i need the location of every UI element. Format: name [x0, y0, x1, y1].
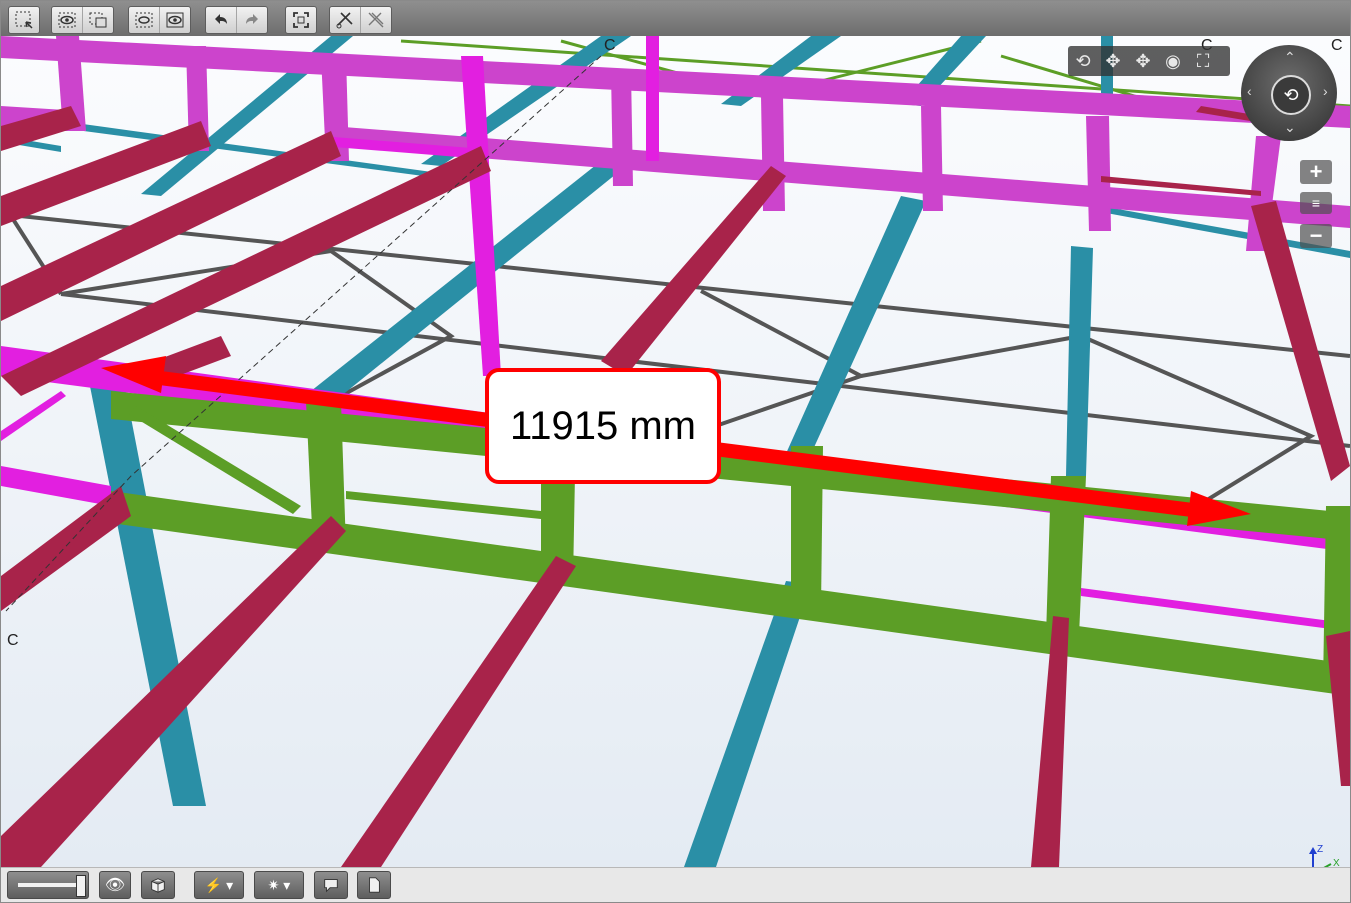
pan-alt-icon[interactable]: ✥ [1128, 46, 1158, 76]
look-icon[interactable]: ◉ [1158, 46, 1188, 76]
select-area-icon[interactable] [9, 7, 39, 33]
zoom-controls: + ≡ − [1300, 159, 1332, 248]
navigation-wheel[interactable]: ⌃ ⌄ ‹ › ⟲ [1241, 45, 1337, 141]
chevron-up-icon[interactable]: ⌃ [1284, 49, 1296, 66]
chevron-left-icon[interactable]: ‹ [1247, 83, 1252, 99]
fit-view-icon[interactable] [286, 7, 316, 33]
pan-icon[interactable]: ✥ [1098, 46, 1128, 76]
undo-icon[interactable] [206, 7, 236, 33]
hide-eye-icon[interactable] [52, 7, 82, 33]
measure-icon[interactable]: ✷ ▾ [254, 871, 304, 899]
snap-lightning-icon[interactable]: ⚡ ▾ [194, 871, 244, 899]
rotate-icon[interactable]: ⟲ [1068, 46, 1098, 76]
clip-group [329, 6, 392, 34]
zoom-in-button[interactable]: + [1300, 159, 1332, 184]
zoom-slider-handle[interactable]: ≡ [1300, 192, 1332, 214]
top-toolbar [1, 1, 1350, 36]
document-icon[interactable] [357, 871, 391, 899]
redo-icon[interactable] [236, 7, 267, 33]
view-all-icon[interactable] [159, 7, 190, 33]
history-group [205, 6, 268, 34]
chevron-right-icon[interactable]: › [1323, 83, 1328, 99]
fit-group [285, 6, 317, 34]
fullscreen-icon[interactable]: ⛶ [1188, 46, 1218, 76]
view-selected-icon[interactable] [129, 7, 159, 33]
grid-label: C [604, 37, 616, 54]
grid-label: C [7, 632, 19, 649]
view-box-icon[interactable] [141, 871, 175, 899]
measurement-label: 11915 mm [485, 368, 721, 484]
navigation-toolbar: ⟲ ✥ ✥ ◉ ⛶ [1068, 46, 1230, 76]
axis-x-label: X [1333, 858, 1340, 867]
transparency-slider[interactable] [7, 871, 89, 899]
orbit-icon[interactable]: ⟲ [1271, 75, 1311, 115]
select-group [8, 6, 40, 34]
clip-plane-icon[interactable] [330, 7, 360, 33]
hide-selection-icon[interactable] [82, 7, 113, 33]
visibility-eye-icon[interactable]: 👁 [99, 871, 131, 899]
model-viewport[interactable]: C C C C 11915 mm Z X Y [1, 36, 1350, 867]
slider-track [18, 883, 80, 887]
clear-clip-icon[interactable] [360, 7, 391, 33]
chevron-down-icon[interactable]: ⌄ [1284, 119, 1296, 136]
green-front-frame [111, 391, 1350, 696]
view-group [128, 6, 191, 34]
comment-icon[interactable] [314, 871, 348, 899]
bottom-toolbar: 👁 ⚡ ▾ ✷ ▾ [1, 867, 1350, 902]
slider-thumb[interactable] [76, 875, 86, 897]
hide-group [51, 6, 114, 34]
axes-triad: Z X Y [1309, 844, 1340, 867]
axis-z-label: Z [1317, 844, 1323, 855]
zoom-out-button[interactable]: − [1300, 223, 1332, 248]
grid-label: C [1331, 37, 1343, 54]
